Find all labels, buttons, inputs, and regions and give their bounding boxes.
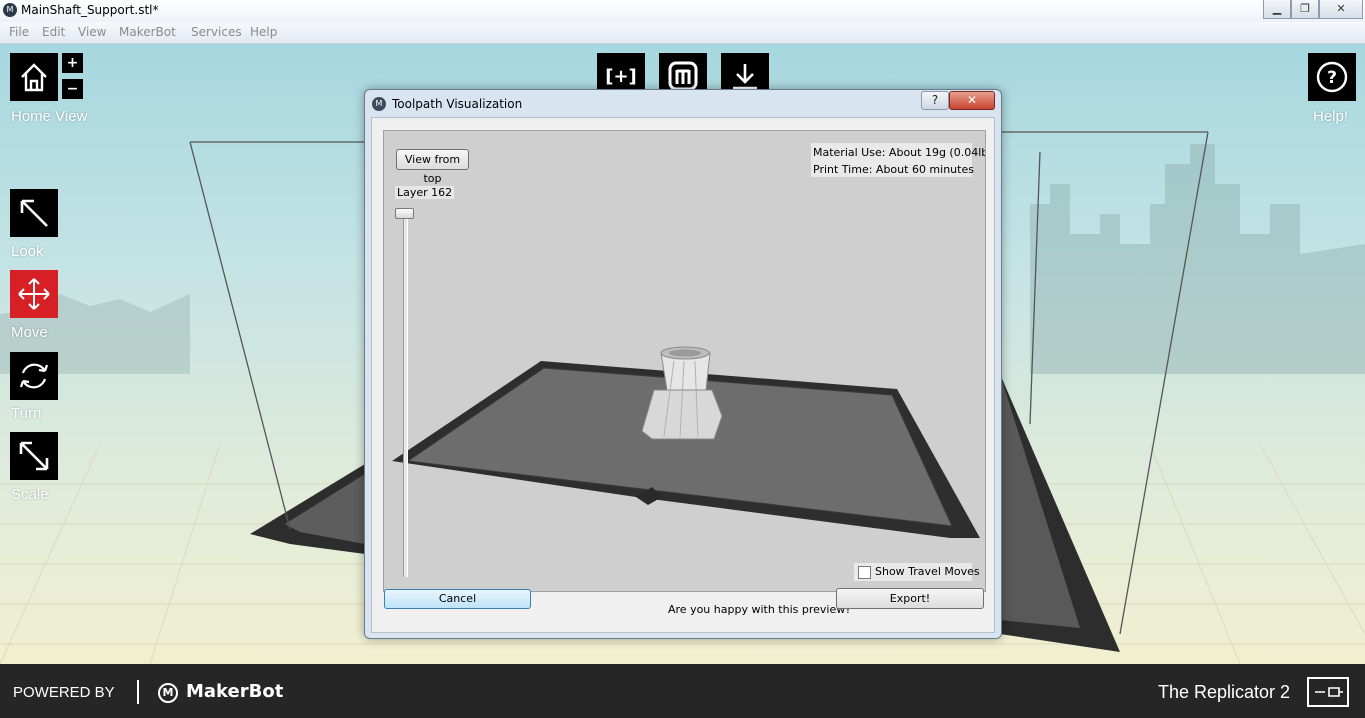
show-travel-checkbox[interactable] (858, 566, 871, 579)
download-icon (733, 64, 757, 90)
makerbot-m-icon (668, 61, 698, 91)
material-use-text: Material Use: About 19g (0.04lb) (813, 146, 986, 159)
toolpath-render (392, 346, 980, 538)
rotate-icon (19, 363, 49, 389)
layer-slider-track[interactable] (403, 211, 408, 577)
layer-label: Layer 162 (395, 186, 455, 199)
scale-tool-button[interactable] (10, 432, 58, 480)
zoom-in-button[interactable]: + (62, 53, 83, 73)
makerbot-brand: MakerBot (186, 681, 284, 702)
dialog-title: Toolpath Visualization (392, 97, 523, 111)
home-view-button[interactable] (10, 53, 58, 101)
print-time-text: Print Time: About 60 minutes (813, 163, 974, 176)
look-label: Look (11, 243, 44, 260)
show-travel-moves[interactable]: Show Travel Moves (854, 563, 980, 581)
makerbot-m-icon: M (158, 683, 178, 703)
add-object-icon: [+] (605, 65, 637, 87)
help-label: Help! (1313, 108, 1349, 125)
look-arrow-icon (20, 199, 48, 227)
minimize-button[interactable]: ▁ (1263, 0, 1291, 19)
replicator-icon[interactable] (1307, 677, 1349, 707)
dialog-close-button[interactable]: ✕ (949, 91, 995, 110)
scale-label: Scale (11, 486, 49, 503)
svg-text:?: ? (1327, 68, 1337, 88)
menu-file[interactable]: File (9, 25, 29, 39)
toolpath-dialog: M Toolpath Visualization ? ✕ View from t… (364, 89, 1002, 639)
export-button[interactable]: Export! (836, 588, 984, 609)
footer-bar: POWERED BY M MakerBot The Replicator 2 (0, 664, 1365, 718)
window-title: MainShaft_Support.stl* (21, 3, 159, 17)
menu-bar: File Edit View MakerBot Services Help (0, 22, 1365, 44)
help-button[interactable]: ? (1308, 53, 1356, 101)
question-icon: ? (1316, 61, 1348, 93)
move-tool-button[interactable] (10, 270, 58, 318)
cancel-button[interactable]: Cancel (384, 589, 531, 609)
print-estimate: Material Use: About 19g (0.04lb) Print T… (811, 143, 985, 177)
turn-label: Turn (11, 405, 42, 422)
dialog-body: View from top Material Use: About 19g (0… (371, 117, 995, 633)
title-bar: M MainShaft_Support.stl* ▁ ❐ ✕ (0, 0, 1365, 22)
footer-divider (137, 680, 139, 704)
makerbot-logo-icon: M (372, 97, 386, 111)
zoom-out-button[interactable]: − (62, 79, 83, 99)
powered-by-text: POWERED BY (13, 684, 115, 701)
printer-name[interactable]: The Replicator 2 (1158, 682, 1290, 703)
confirm-question: Are you happy with this preview? (668, 603, 852, 616)
move-label: Move (11, 324, 48, 341)
close-button[interactable]: ✕ (1319, 0, 1363, 19)
menu-help[interactable]: Help (250, 25, 277, 39)
scale-arrow-icon (19, 441, 49, 471)
dialog-help-button[interactable]: ? (921, 91, 949, 110)
show-travel-label: Show Travel Moves (875, 565, 980, 578)
makerbot-logo-icon: M (3, 3, 17, 17)
view-from-top-button[interactable]: View from top (396, 149, 469, 185)
maximize-button[interactable]: ❐ (1291, 0, 1319, 19)
menu-services[interactable]: Services (191, 25, 242, 39)
menu-edit[interactable]: Edit (42, 25, 65, 39)
menu-makerbot[interactable]: MakerBot (119, 25, 176, 39)
home-view-label: Home View (11, 108, 88, 125)
home-icon (21, 63, 47, 92)
move-arrows-icon (18, 278, 50, 310)
window-controls: ▁ ❐ ✕ (1263, 0, 1363, 19)
toolpath-preview[interactable]: View from top Material Use: About 19g (0… (383, 130, 986, 592)
look-tool-button[interactable] (10, 189, 58, 237)
layer-slider-handle[interactable] (395, 208, 414, 219)
turn-tool-button[interactable] (10, 352, 58, 400)
menu-view[interactable]: View (78, 25, 106, 39)
